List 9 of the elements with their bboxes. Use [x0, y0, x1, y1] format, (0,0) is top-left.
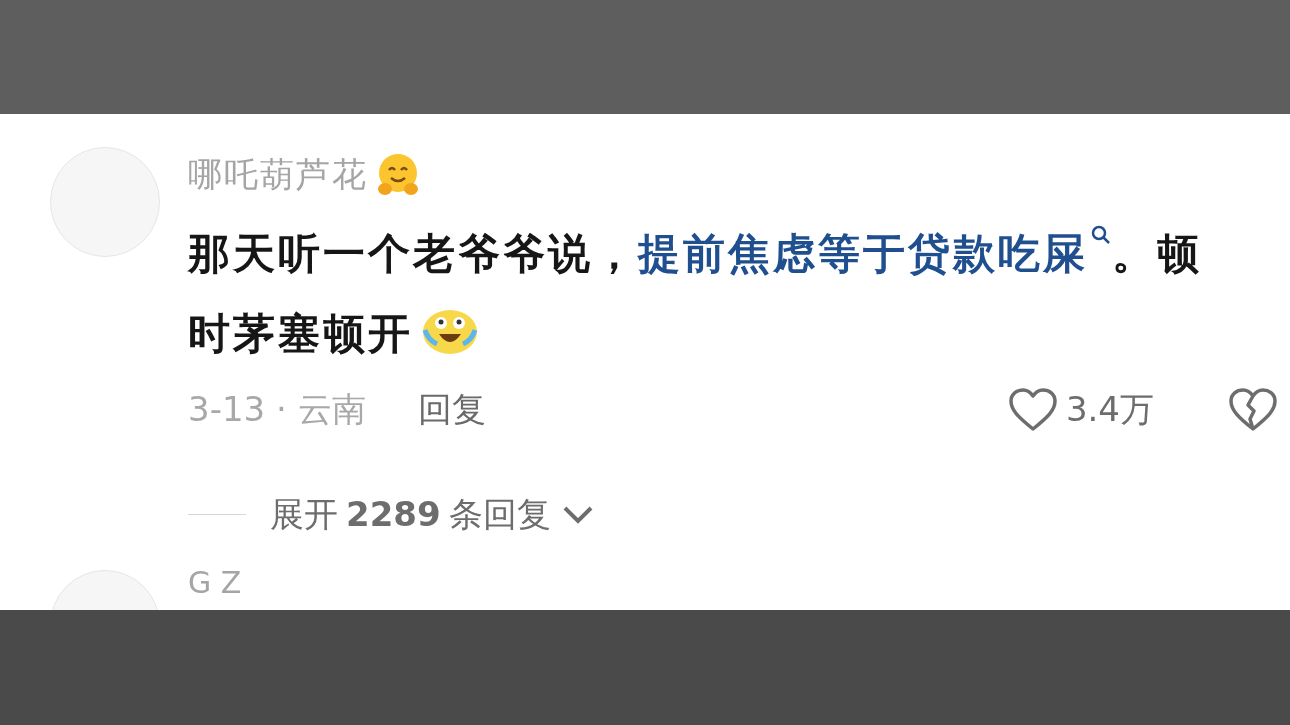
- heart-icon[interactable]: [1007, 386, 1058, 433]
- broken-heart-icon[interactable]: [1228, 386, 1278, 433]
- expand-replies-button[interactable]: 展开 2289 条回复: [270, 489, 595, 540]
- date-location: 3-13 · 云南: [188, 388, 366, 431]
- search-link[interactable]: 提前焦虑等于贷款吃屎: [638, 229, 1088, 278]
- reply-button[interactable]: 回复: [417, 384, 486, 435]
- like-count: 3.4万: [1065, 388, 1154, 431]
- search-icon[interactable]: [1090, 224, 1112, 246]
- comment-text: 那天听一个老爷爷说，提前焦虑等于贷款吃屎 。顿时茅塞顿开: [188, 214, 1238, 374]
